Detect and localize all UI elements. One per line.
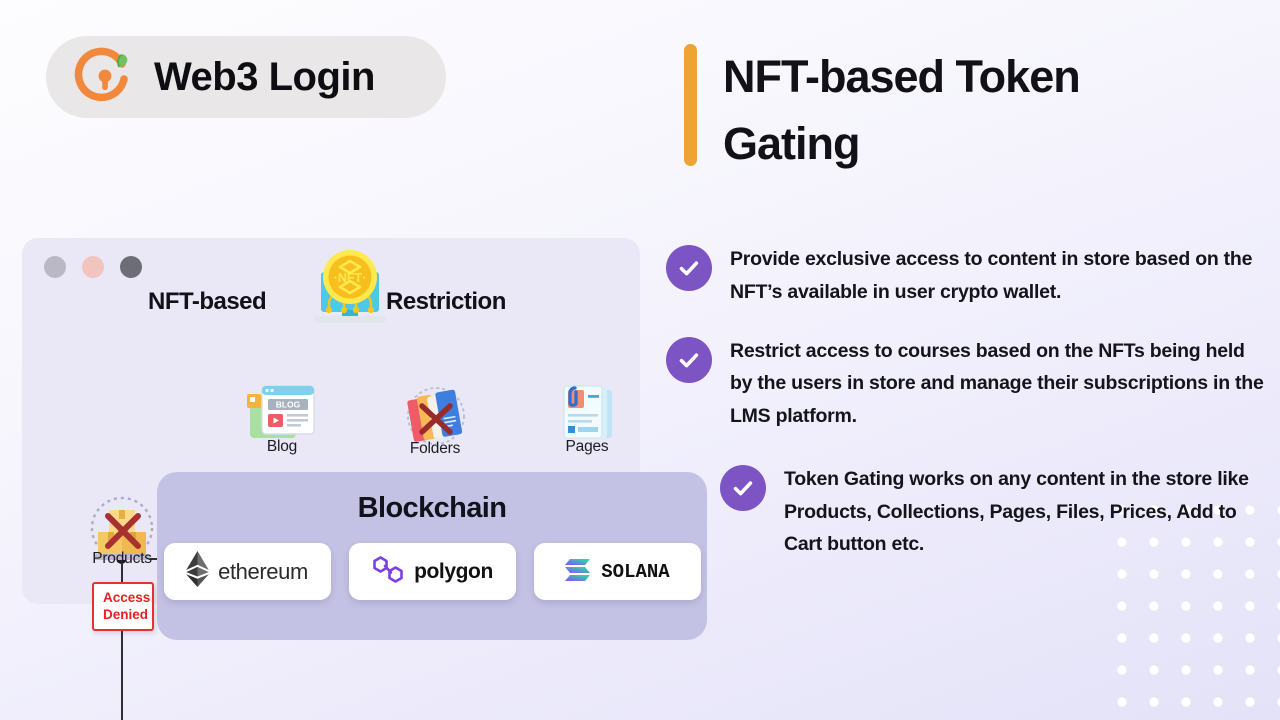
chain-chip-solana[interactable]: SOLANA [533,543,701,600]
solana-bars-icon [564,556,592,587]
check-circle-icon [720,464,766,511]
leaf-label: Folders [409,440,461,457]
blockchain-card: Blockchain ethereum polygon SOLANA [157,472,707,640]
list-item: Token Gating works on any content in the… [720,463,1272,561]
status-badge: Access Denied [92,582,154,631]
brand-logo-pill: Web3 Login [46,36,446,118]
leaf-label: Blog [266,438,298,455]
chain-name: ethereum [218,558,308,584]
nft-coin-chip-icon: ·NFT· [302,244,398,341]
page-title: NFT-based Token Gating [723,51,1081,169]
diagram-title-left: NFT-based [148,288,267,315]
blockchain-title: Blockchain [357,492,507,524]
list-item: Restrict access to courses based on the … [666,335,1266,433]
brand-name: Web3 Login [154,54,375,99]
svg-text:·NFT·: ·NFT· [334,271,367,285]
headline-block: NFT-based Token Gating [684,44,1153,177]
connector-vertical-products [121,618,124,720]
chain-name: SOLANA [601,560,670,583]
polygon-hexagon-icon [371,554,405,590]
chain-chip-ethereum[interactable]: ethereum [163,543,331,600]
leaf-label: Pages [565,438,609,455]
ethereum-diamond-icon [186,551,209,592]
list-item: Provide exclusive access to content in s… [666,243,1266,309]
feature-text: Token Gating works on any content in the… [784,467,1249,556]
check-circle-icon [666,245,712,291]
feature-text: Restrict access to courses based on the … [730,339,1264,428]
blockchain-chip-row: ethereum polygon SOLANA [157,543,707,600]
diagram-title-right: Restriction [386,288,506,315]
svg-text:BLOG: BLOG [276,400,301,410]
lock-circle-leaf-icon [74,46,136,108]
feature-list: Provide exclusive access to content in s… [666,243,1266,587]
headline-accent-bar [684,44,697,166]
chain-name: polygon [414,559,493,583]
chain-chip-polygon[interactable]: polygon [348,543,516,600]
feature-text: Provide exclusive access to content in s… [730,248,1253,303]
check-circle-icon [666,336,712,383]
